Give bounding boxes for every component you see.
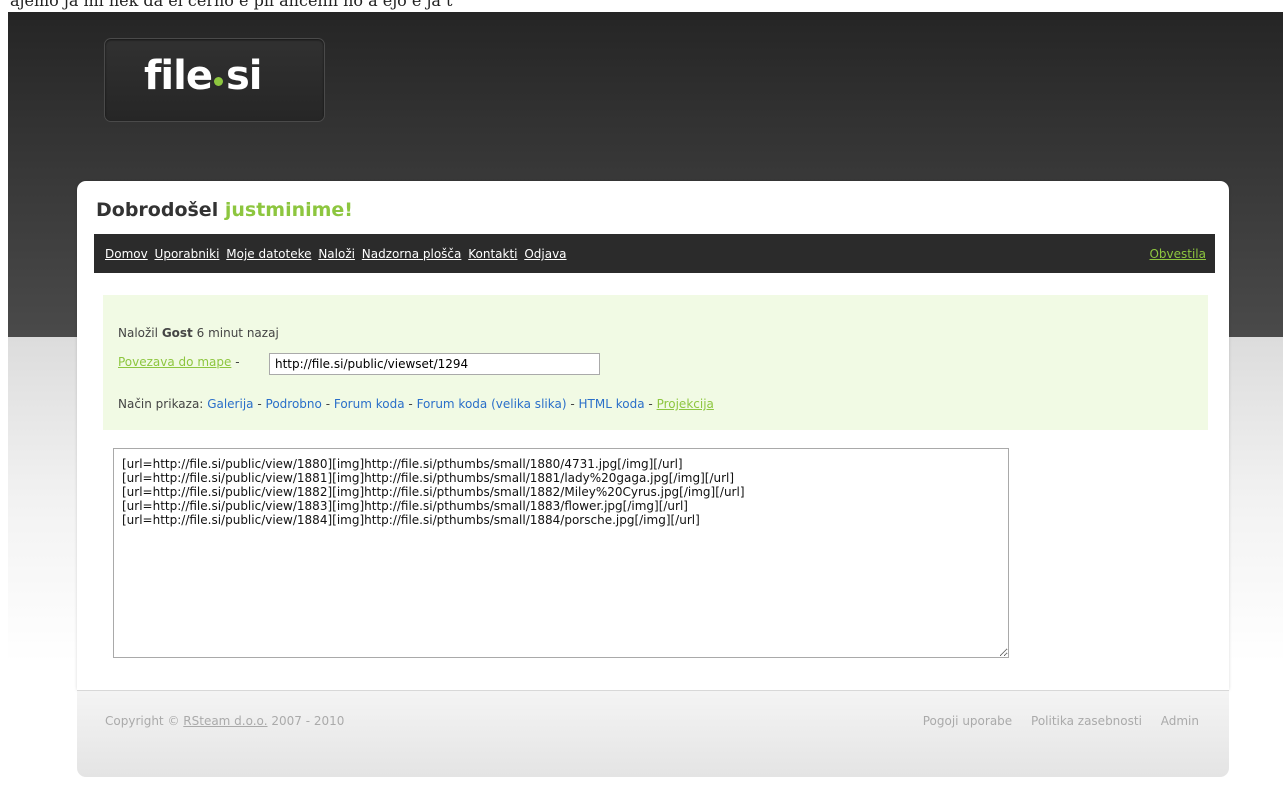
nav-item-odjava[interactable]: Odjava bbox=[524, 247, 566, 261]
nav-item-kontakti[interactable]: Kontakti bbox=[468, 247, 517, 261]
folder-link[interactable]: Povezava do mape bbox=[118, 355, 231, 369]
site-logo[interactable]: file si bbox=[104, 38, 325, 122]
footer-link-pogoji[interactable]: Pogoji uporabe bbox=[923, 714, 1012, 728]
separator: - bbox=[325, 397, 331, 411]
welcome-prefix: Dobrodošel bbox=[96, 199, 219, 221]
footer: Copyright © RSteam d.o.o. 2007 - 2010 Po… bbox=[77, 690, 1229, 777]
nav-links: Domov Uporabniki Moje datoteke Naloži Na… bbox=[105, 247, 570, 261]
forum-code-textarea[interactable]: [url=http://file.si/public/view/1880][im… bbox=[113, 448, 1009, 658]
folder-url-field[interactable] bbox=[269, 353, 600, 375]
welcome-username: justminime! bbox=[224, 199, 353, 221]
nav-item-moje-datoteke[interactable]: Moje datoteke bbox=[226, 247, 311, 261]
logo-text: file si bbox=[144, 53, 263, 99]
separator: - bbox=[235, 355, 240, 369]
logo-text-right: si bbox=[225, 53, 263, 99]
copyright-years: 2007 - 2010 bbox=[271, 714, 345, 728]
nav-right: Obvestila bbox=[1149, 247, 1206, 261]
view-mode-forum-koda[interactable]: Forum koda bbox=[334, 397, 405, 411]
view-mode-forum-koda-velika[interactable]: Forum koda (velika slika) bbox=[417, 397, 567, 411]
copyright-prefix: Copyright © bbox=[105, 714, 180, 728]
main-nav: Domov Uporabniki Moje datoteke Naloži Na… bbox=[94, 234, 1215, 273]
footer-links: Pogoji uporabe Politika zasebnosti Admin bbox=[908, 714, 1199, 728]
view-mode-galerija[interactable]: Galerija bbox=[207, 397, 253, 411]
uploader-name: Gost bbox=[161, 326, 193, 340]
nav-item-nalozi[interactable]: Naloži bbox=[318, 247, 355, 261]
nav-item-obvestila[interactable]: Obvestila bbox=[1149, 247, 1206, 261]
footer-link-politika[interactable]: Politika zasebnosti bbox=[1031, 714, 1142, 728]
folder-link-line: Povezava do mape - bbox=[118, 355, 240, 369]
nav-item-uporabniki[interactable]: Uporabniki bbox=[155, 247, 220, 261]
separator: - bbox=[257, 397, 262, 411]
uploaded-prefix: Naložil bbox=[118, 326, 158, 340]
separator: - bbox=[408, 397, 413, 411]
welcome-heading: Dobrodošel justminime! bbox=[96, 199, 353, 221]
top-strip-text: ajemo ja mi nek da el cerno e pii ancenn… bbox=[10, 0, 453, 10]
uploaded-time: 6 minut nazaj bbox=[196, 326, 279, 340]
uploaded-by-line: Naložil Gost 6 minut nazaj bbox=[118, 326, 279, 340]
view-mode-projekcija[interactable]: Projekcija bbox=[657, 397, 714, 411]
view-mode-html-koda[interactable]: HTML koda bbox=[579, 397, 645, 411]
footer-link-admin[interactable]: Admin bbox=[1161, 714, 1199, 728]
separator: - bbox=[648, 397, 653, 411]
separator: - bbox=[570, 397, 575, 411]
view-mode-podrobno[interactable]: Podrobno bbox=[266, 397, 322, 411]
company-link[interactable]: RSteam d.o.o. bbox=[183, 714, 267, 728]
view-mode-label: Način prikaza: bbox=[118, 397, 204, 411]
view-mode-line: Način prikaza: Galerija - Podrobno - For… bbox=[118, 397, 714, 411]
upload-info-panel: Naložil Gost 6 minut nazaj Povezava do m… bbox=[103, 295, 1208, 430]
nav-item-domov[interactable]: Domov bbox=[105, 247, 148, 261]
logo-dot-icon bbox=[213, 77, 223, 86]
copyright: Copyright © RSteam d.o.o. 2007 - 2010 bbox=[105, 714, 344, 728]
logo-text-left: file bbox=[144, 53, 213, 99]
nav-item-nadzorna-plosca[interactable]: Nadzorna plošča bbox=[362, 247, 462, 261]
